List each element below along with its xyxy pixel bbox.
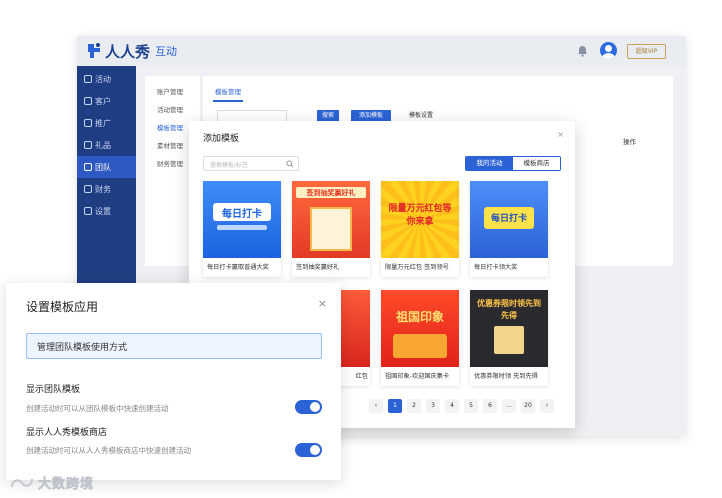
template-search-field[interactable]: 搜索模板/标签 — [203, 156, 299, 171]
template-source-tabs: 我的活动 模板商店 — [465, 156, 561, 171]
tab-template-store[interactable]: 模板商店 — [513, 157, 560, 170]
template-name: 签到抽奖赢好礼 — [296, 264, 340, 271]
settings-icon — [84, 207, 92, 215]
thumbnail-art-text: 签到抽奖赢好礼 — [306, 189, 356, 197]
promotion-icon — [84, 119, 92, 127]
sidebar-item-label: 客户 — [95, 96, 111, 106]
template-card[interactable]: 每日打卡 每日打卡领大奖 — [470, 181, 548, 277]
template-card[interactable]: 祖国印象 祖国印象-欢迎国庆集卡 — [381, 290, 459, 386]
watermark: 大数跨境 — [10, 473, 94, 492]
page-next-button[interactable]: › — [540, 399, 554, 413]
vip-badge[interactable]: 超级VIP — [627, 44, 666, 59]
sidebar-item-settings[interactable]: 设置 — [77, 200, 136, 222]
option-desc-template-store: 创建活动时可以从人人秀模板商店中快速创建活动 — [26, 446, 191, 455]
page-button[interactable]: 5 — [464, 399, 478, 413]
sidebar-item-team[interactable]: 团队 — [77, 156, 136, 178]
template-thumbnail: 签到抽奖赢好礼 — [292, 181, 370, 258]
sidebar-item-activity[interactable]: 活动 — [77, 68, 136, 90]
thumbnail-art-text: 祖国印象 — [395, 310, 444, 324]
sidebar-item-customers[interactable]: 客户 — [77, 90, 136, 112]
template-thumbnail: 祖国印象 — [381, 290, 459, 367]
sidebar-item-label: 礼品 — [95, 140, 111, 150]
option-title-template-store: 显示人人秀模板商店 — [26, 428, 108, 438]
page-prev-button[interactable]: ‹ — [369, 399, 383, 413]
template-thumbnail: 限量万元红包等你来拿 — [381, 181, 459, 258]
page-button[interactable]: 6 — [483, 399, 497, 413]
sidebar-item-finance[interactable]: 财务 — [77, 178, 136, 200]
search-placeholder: 搜索模板/标签 — [210, 162, 249, 169]
page-button[interactable]: 3 — [426, 399, 440, 413]
template-thumbnail: 每日打卡 — [470, 181, 548, 258]
template-card[interactable]: 每日打卡 每日打卡赢取普通大奖 — [203, 181, 281, 277]
pagination: ‹ 1 2 3 4 5 6 ... 20 › — [369, 399, 559, 413]
template-card[interactable]: 限量万元红包等你来拿 限量万元红包 签到领号 — [381, 181, 459, 277]
template-name: 优惠券限时领 先到先得 — [474, 373, 538, 380]
template-card[interactable]: 签到抽奖赢好礼 签到抽奖赢好礼 — [292, 181, 370, 277]
customers-icon — [84, 97, 92, 105]
avatar[interactable] — [600, 42, 617, 59]
panel-title: 设置模板应用 — [26, 300, 99, 314]
template-store-toggle[interactable] — [295, 443, 322, 457]
top-bar: 人人秀 互动 超级VIP — [77, 36, 686, 66]
finance-icon — [84, 185, 92, 193]
option-title-team-templates: 显示团队模板 — [26, 385, 81, 395]
sidebar-item-label: 设置 — [95, 206, 111, 216]
close-icon[interactable]: × — [318, 297, 327, 310]
brand-sub: 互动 — [155, 45, 178, 58]
tab-template-management[interactable]: 模板管理 — [213, 82, 243, 102]
sidebar-item-label: 团队 — [95, 162, 111, 172]
template-thumbnail: 优惠券限时领先到先得 — [470, 290, 548, 367]
brand-name: 人人秀 — [105, 42, 151, 61]
watermark-logo-icon — [11, 478, 33, 487]
logo[interactable]: 人人秀 互动 — [85, 40, 177, 62]
page-ellipsis[interactable]: ... — [502, 399, 516, 413]
thumbnail-art-text: 限量万元红包等你来拿 — [388, 204, 452, 227]
sidebar-item-gifts[interactable]: 礼品 — [77, 134, 136, 156]
subnav-item-account[interactable]: 账户管理 — [145, 83, 200, 101]
page-button[interactable]: 4 — [445, 399, 459, 413]
option-desc-team-templates: 创建活动时可以从团队模板中快速创建活动 — [26, 404, 169, 413]
watermark-text: 大数跨境 — [38, 477, 95, 493]
template-name: 每日打卡领大奖 — [474, 264, 518, 271]
sidebar-item-label: 财务 — [95, 184, 111, 194]
gift-icon — [84, 141, 92, 149]
template-settings-panel: 设置模板应用 × 管理团队模板使用方式 显示团队模板 创建活动时可以从团队模板中… — [6, 283, 341, 480]
sidebar-item-promotion[interactable]: 推广 — [77, 112, 136, 134]
column-header-action: 操作 — [623, 138, 636, 146]
template-thumbnail: 每日打卡 — [203, 181, 281, 258]
thumbnail-art-text: 每日打卡 — [490, 214, 527, 224]
page-button[interactable]: 20 — [521, 399, 535, 413]
template-name: 限量万元红包 签到领号 — [385, 264, 449, 271]
panel-highlight-box: 管理团队模板使用方式 — [26, 333, 322, 359]
template-card[interactable]: 优惠券限时领先到先得 优惠券限时领 先到先得 — [470, 290, 548, 386]
logo-icon — [88, 43, 100, 58]
thumbnail-art-text: 每日打卡 — [222, 209, 262, 220]
search-icon[interactable] — [286, 160, 294, 168]
thumbnail-art-text: 优惠券限时领先到先得 — [477, 299, 541, 320]
bell-icon[interactable] — [577, 45, 588, 57]
activity-icon — [84, 75, 92, 83]
team-templates-toggle[interactable] — [295, 400, 322, 414]
panel-highlight-text: 管理团队模板使用方式 — [37, 343, 128, 353]
subnav-item-activity[interactable]: 活动管理 — [145, 101, 200, 119]
page-button[interactable]: 1 — [388, 399, 402, 413]
sidebar-item-label: 推广 — [95, 118, 111, 128]
template-name: 祖国印象-欢迎国庆集卡 — [385, 373, 450, 380]
modal-title: 添加模板 — [203, 134, 240, 144]
team-icon — [84, 163, 92, 171]
close-icon[interactable]: × — [557, 130, 564, 139]
template-name: 每日打卡赢取普通大奖 — [207, 264, 269, 271]
sidebar-item-label: 活动 — [95, 74, 111, 84]
page-button[interactable]: 2 — [407, 399, 421, 413]
tab-my-activities[interactable]: 我的活动 — [466, 157, 513, 170]
